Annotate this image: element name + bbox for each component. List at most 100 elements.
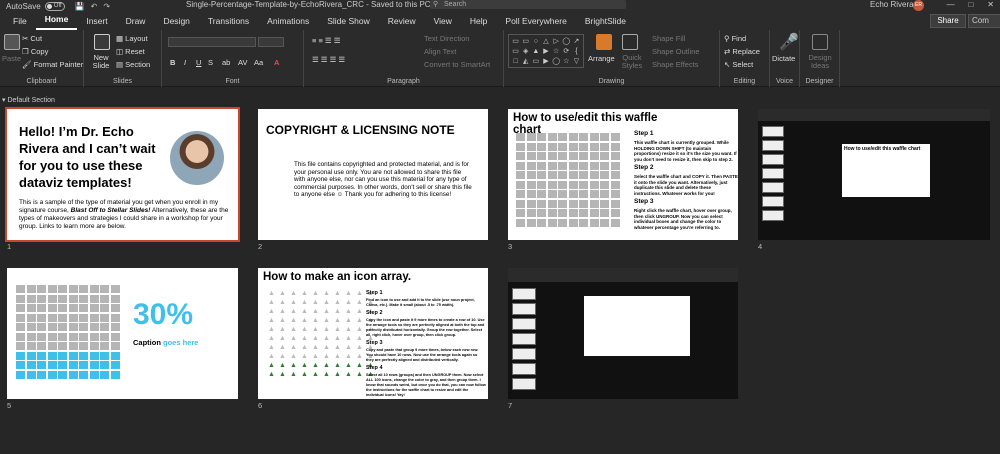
tab-brightslide[interactable]: BrightSlide (576, 16, 635, 30)
tab-transitions[interactable]: Transitions (199, 16, 258, 30)
tab-review[interactable]: Review (379, 16, 425, 30)
tab-view[interactable]: View (425, 16, 461, 30)
quick-styles-button[interactable]: Quick Styles (618, 54, 646, 70)
italic-button[interactable]: I (184, 58, 186, 67)
shape-fill-button[interactable]: Shape Fill (652, 34, 685, 43)
new-slide-button[interactable]: New Slide (88, 54, 114, 70)
paste-icon[interactable] (4, 34, 20, 50)
tab-insert[interactable]: Insert (77, 16, 116, 30)
user-name[interactable]: Echo Rivera (870, 0, 914, 9)
waffle-cell (37, 332, 46, 341)
waffle-cell (579, 190, 588, 198)
paste-button[interactable]: Paste (2, 54, 21, 63)
waffle-cell (110, 323, 120, 331)
align-icons[interactable]: ☰ ☰ ☰ ☰ (312, 55, 345, 64)
search-input[interactable]: ⚲ Search (430, 0, 626, 9)
slide-thumbnail-5[interactable]: 30% Caption goes here (7, 268, 238, 399)
cut-button[interactable]: ✂ Cut (22, 34, 42, 43)
arrange-button[interactable]: Arrange (588, 54, 615, 63)
dictate-button[interactable]: Dictate (772, 54, 795, 63)
shapes-gallery[interactable]: ▭ ▭ ○ △ ▷ ◯ ↗ ▭ ◈ ▲ ▶ ☆ ⟳{ □ ◭ ▭ ▶ ◯ ☆ ▽ (508, 34, 584, 68)
comments-button[interactable]: Com (968, 14, 1000, 28)
spacing-button[interactable]: AV (238, 58, 247, 67)
tree-icon: ▲ (345, 353, 352, 360)
tab-slide-show[interactable]: Slide Show (318, 16, 379, 30)
slide-thumbnail-7[interactable] (508, 268, 738, 399)
waffle-cell (558, 142, 567, 151)
share-button[interactable]: Share (930, 14, 966, 28)
save-icon[interactable]: 💾 (75, 2, 85, 11)
change-case-button[interactable]: Aa (254, 58, 263, 67)
tab-design[interactable]: Design (154, 16, 198, 30)
waffle-cell (47, 370, 57, 379)
arrange-icon[interactable] (596, 34, 612, 50)
designer-group: Design Ideas Designer (800, 30, 840, 87)
drawing-label: Drawing (598, 78, 625, 85)
replace-button[interactable]: ⇄ Replace (724, 47, 760, 56)
tab-file[interactable]: File (4, 16, 36, 30)
minimize-button[interactable]: — (946, 0, 954, 9)
design-ideas-icon[interactable] (812, 34, 828, 50)
step-1-heading: Step 1 (634, 130, 654, 137)
undo-icon[interactable]: ↶ (91, 2, 98, 11)
waffle-cell (558, 199, 567, 208)
waffle-cell (547, 133, 557, 141)
design-ideas-button[interactable]: Design Ideas (804, 54, 836, 70)
tree-icon: ▲ (290, 362, 297, 369)
autosave-toggle[interactable]: Off (44, 1, 65, 11)
tree-icon: ▲ (301, 317, 308, 324)
slide-thumbnail-1[interactable]: Hello! I’m Dr. Echo Rivera and I can’t w… (5, 107, 240, 242)
tab-poll-everywhere[interactable]: Poll Everywhere (496, 16, 575, 30)
tab-home[interactable]: Home (35, 14, 78, 30)
mini-title: How to use/edit this waffle chart (844, 146, 921, 152)
waffle-cell (58, 323, 67, 331)
align-text-button[interactable]: Align Text (424, 47, 456, 56)
tree-icon: ▲ (279, 362, 286, 369)
tree-icon: ▲ (279, 317, 286, 324)
shape-effects-button[interactable]: Shape Effects (652, 60, 699, 69)
waffle-cell (26, 294, 36, 303)
quick-styles-icon[interactable] (622, 34, 638, 50)
section-button[interactable]: ▤ Section (116, 60, 150, 69)
waffle-cell (579, 199, 588, 208)
close-button[interactable]: ✕ (987, 0, 994, 9)
shape-outline-button[interactable]: Shape Outline (652, 47, 700, 56)
slide-thumbnail-4[interactable]: How to use/edit this waffle chart (758, 109, 990, 240)
waffle-cell (58, 304, 67, 312)
waffle-cell (526, 133, 536, 141)
tab-draw[interactable]: Draw (117, 16, 155, 30)
tab-animations[interactable]: Animations (258, 16, 318, 30)
slide-thumbnail-2[interactable]: COPYRIGHT & LICENSING NOTE This file con… (258, 109, 488, 240)
section-header[interactable]: ▾ Default Section (0, 96, 55, 104)
font-family-select[interactable] (168, 37, 256, 47)
tab-help[interactable]: Help (461, 16, 496, 30)
find-button[interactable]: ⚲ Find (724, 34, 746, 43)
shadow-button[interactable]: ab (222, 58, 230, 67)
slide-thumbnail-3[interactable]: How to use/edit this waffle chart Step 1… (508, 109, 738, 240)
layout-button[interactable]: ▦ Layout (116, 34, 148, 43)
reset-button[interactable]: ◫ Reset (116, 47, 145, 56)
dictate-icon[interactable]: 🎤 (779, 32, 799, 52)
underline-button[interactable]: U (196, 58, 201, 67)
avatar[interactable]: ER (913, 0, 924, 11)
bold-button[interactable]: B (170, 58, 175, 67)
redo-icon[interactable]: ↷ (103, 2, 110, 11)
new-slide-icon[interactable] (94, 34, 110, 50)
slide-number-3: 3 (508, 242, 513, 251)
waffle-cell (526, 161, 536, 170)
text-direction-button[interactable]: Text Direction (424, 34, 469, 43)
tree-icon: ▲ (312, 308, 319, 315)
bullets-icon[interactable]: ≡ ≡ ☰ ☰ (312, 36, 340, 45)
font-size-select[interactable] (258, 37, 284, 47)
waffle-cell (589, 142, 599, 151)
copy-button[interactable]: ❐ Copy (22, 47, 48, 56)
tree-icon: ▲ (356, 362, 363, 369)
strike-button[interactable]: S (208, 58, 213, 67)
convert-smartart-button[interactable]: Convert to SmartArt (424, 60, 490, 69)
select-button[interactable]: ↖ Select (724, 60, 753, 69)
format-painter-button[interactable]: 🖌 Format Painter (22, 60, 83, 69)
slide-thumbnail-6[interactable]: How to make an icon array. ▲ ▲ ▲ ▲ ▲ ▲ ▲ ▲ ▲ ▲ ▲ ▲ ▲… (258, 268, 488, 399)
maximize-button[interactable]: □ (968, 0, 973, 9)
waffle-cell (79, 332, 88, 341)
font-color-button[interactable]: A (274, 58, 279, 67)
